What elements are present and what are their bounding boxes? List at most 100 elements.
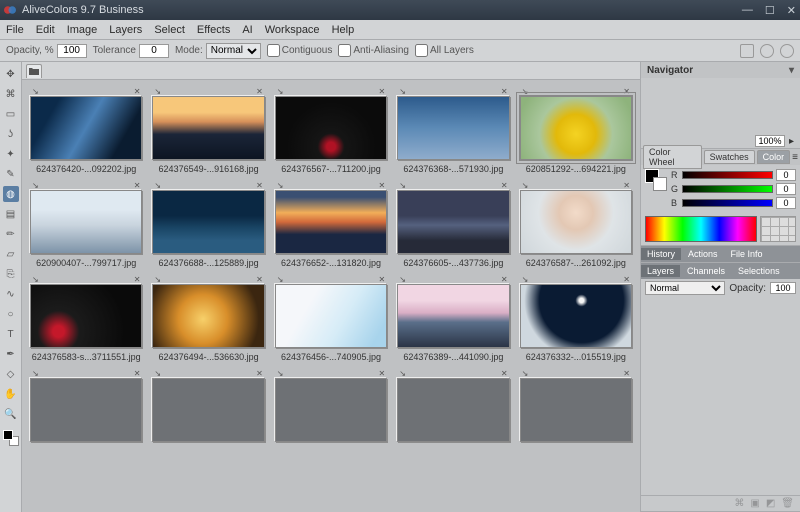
pin-icon[interactable]: ↘: [154, 275, 161, 284]
thumbnail-image[interactable]: [152, 284, 264, 348]
contiguous-check[interactable]: Contiguous: [267, 44, 333, 57]
thumbnail-image[interactable]: [520, 190, 632, 254]
thumbnail-image[interactable]: [275, 190, 387, 254]
thumbnail-image[interactable]: [152, 96, 264, 160]
tool-select-rect[interactable]: ▭: [3, 106, 19, 122]
close-thumb-icon[interactable]: ✕: [134, 181, 141, 190]
close-thumb-icon[interactable]: ✕: [378, 275, 385, 284]
thumbnail-cell[interactable]: ↘✕624376389-...441090.jpg: [397, 274, 509, 362]
notify-icon[interactable]: [740, 44, 754, 58]
thumbnail-image[interactable]: [30, 190, 142, 254]
thumbnail-cell[interactable]: ↘✕624376567-...711200.jpg: [275, 86, 387, 174]
menu-file[interactable]: File: [6, 24, 24, 36]
browser-tab[interactable]: [26, 64, 42, 78]
pin-icon[interactable]: ↘: [154, 87, 161, 96]
thumbnail-image[interactable]: [520, 96, 632, 160]
tool-clone[interactable]: ⎘: [3, 266, 19, 282]
pin-icon[interactable]: ↘: [32, 181, 39, 190]
thumbnail-cell[interactable]: ↘✕624376587-...261092.jpg: [520, 180, 632, 268]
menu-edit[interactable]: Edit: [36, 24, 55, 36]
new-layer-icon[interactable]: ▣: [750, 498, 759, 509]
tool-wand[interactable]: ✦: [3, 146, 19, 162]
tab-selections[interactable]: Selections: [732, 265, 786, 277]
alllayers-check[interactable]: All Layers: [415, 44, 474, 57]
mode-select[interactable]: Normal: [206, 43, 261, 59]
pin-icon[interactable]: ↘: [154, 181, 161, 190]
hue-spectrum[interactable]: [645, 216, 757, 242]
close-thumb-icon[interactable]: ✕: [623, 369, 630, 378]
opacity-input[interactable]: [57, 44, 87, 58]
tool-eyedrop[interactable]: ✎: [3, 166, 19, 182]
tool-zoom[interactable]: 🔍: [3, 406, 19, 422]
color-tab-color-wheel[interactable]: Color Wheel: [643, 145, 702, 169]
zoom-stepper-icon[interactable]: ▸: [789, 136, 794, 147]
thumbnail-image[interactable]: [397, 378, 509, 442]
close-thumb-icon[interactable]: ✕: [256, 87, 263, 96]
color-tab-color[interactable]: Color: [757, 150, 791, 164]
help-icon[interactable]: [760, 44, 774, 58]
close-thumb-icon[interactable]: ✕: [623, 87, 630, 96]
menu-help[interactable]: Help: [332, 24, 355, 36]
close-thumb-icon[interactable]: ✕: [134, 369, 141, 378]
thumbnail-cell[interactable]: ↘✕624376494-...536630.jpg: [152, 274, 264, 362]
pin-icon[interactable]: ↘: [32, 369, 39, 378]
slider-r[interactable]: [682, 171, 773, 179]
thumbnail-cell[interactable]: ↘✕624376420-...092202.jpg: [30, 86, 142, 174]
delete-layer-icon[interactable]: 🗑: [781, 498, 794, 509]
tool-text[interactable]: T: [3, 326, 19, 342]
close-thumb-icon[interactable]: ✕: [256, 181, 263, 190]
thumbnail-cell[interactable]: ↘✕624376652-...131820.jpg: [275, 180, 387, 268]
pin-icon[interactable]: ↘: [399, 181, 406, 190]
thumbnail-image[interactable]: [520, 378, 632, 442]
thumbnail-image[interactable]: [152, 190, 264, 254]
tolerance-input[interactable]: [139, 44, 169, 58]
pin-icon[interactable]: ↘: [154, 369, 161, 378]
thumbnail-cell[interactable]: ↘✕624376332-...015519.jpg: [520, 274, 632, 362]
window-minimize[interactable]: —: [742, 4, 753, 17]
thumbnail-cell[interactable]: ↘✕624376368-...571930.jpg: [397, 86, 509, 174]
slider-g[interactable]: [682, 185, 773, 193]
menu-effects[interactable]: Effects: [197, 24, 230, 36]
color-swatch-pair[interactable]: [645, 169, 667, 191]
thumbnail-image[interactable]: [152, 378, 264, 442]
close-thumb-icon[interactable]: ✕: [501, 87, 508, 96]
thumbnail-cell[interactable]: ↘✕624376456-...740905.jpg: [275, 274, 387, 362]
thumbnail-image[interactable]: [30, 284, 142, 348]
tool-brush[interactable]: ✏: [3, 226, 19, 242]
menu-workspace[interactable]: Workspace: [265, 24, 320, 36]
thumbnail-image[interactable]: [275, 284, 387, 348]
zoom-input[interactable]: [755, 135, 785, 147]
menu-select[interactable]: Select: [154, 24, 185, 36]
toolbar-color-swatch[interactable]: [3, 430, 19, 446]
value-g[interactable]: [776, 183, 796, 195]
tool-eraser[interactable]: ▱: [3, 246, 19, 262]
close-thumb-icon[interactable]: ✕: [256, 369, 263, 378]
tool-blur[interactable]: ○: [3, 306, 19, 322]
value-r[interactable]: [776, 169, 796, 181]
pin-icon[interactable]: ↘: [399, 369, 406, 378]
tool-smudge[interactable]: ∿: [3, 286, 19, 302]
tab-actions[interactable]: Actions: [682, 248, 724, 260]
pin-icon[interactable]: ↘: [399, 275, 406, 284]
menu-ai[interactable]: AI: [242, 24, 252, 36]
thumbnail-cell[interactable]: ↘✕: [520, 368, 632, 446]
blend-mode-select[interactable]: Normal: [645, 281, 725, 295]
close-thumb-icon[interactable]: ✕: [378, 87, 385, 96]
menu-layers[interactable]: Layers: [109, 24, 142, 36]
close-thumb-icon[interactable]: ✕: [501, 369, 508, 378]
close-thumb-icon[interactable]: ✕: [501, 275, 508, 284]
layers-list[interactable]: [641, 297, 800, 495]
pin-icon[interactable]: ↘: [522, 181, 529, 190]
thumbnail-image[interactable]: [520, 284, 632, 348]
pin-icon[interactable]: ↘: [277, 275, 284, 284]
thumbnail-cell[interactable]: ↘✕624376688-...125889.jpg: [152, 180, 264, 268]
tab-file-info[interactable]: File Info: [725, 248, 769, 260]
link-layers-icon[interactable]: ⌘: [734, 498, 744, 509]
thumbnail-image[interactable]: [275, 378, 387, 442]
close-thumb-icon[interactable]: ✕: [134, 87, 141, 96]
value-b[interactable]: [776, 197, 796, 209]
swatch-grid[interactable]: [760, 216, 796, 242]
layer-opacity-input[interactable]: [770, 282, 796, 294]
close-thumb-icon[interactable]: ✕: [256, 275, 263, 284]
pin-icon[interactable]: ↘: [32, 275, 39, 284]
